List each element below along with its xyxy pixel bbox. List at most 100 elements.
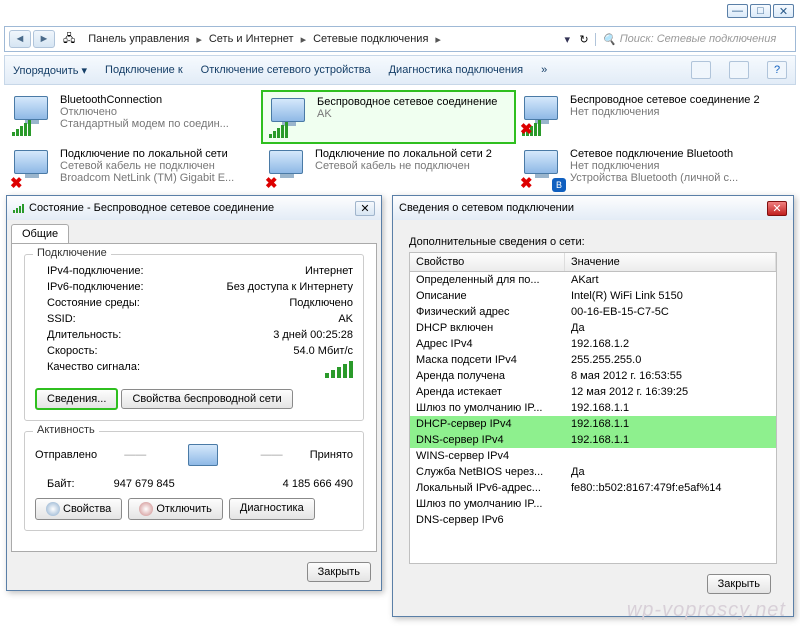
v-dur: 3 дней 00:25:28: [273, 329, 353, 341]
nav-back-button[interactable]: ◄: [9, 30, 31, 48]
conn-line3: Стандартный модем по соедин...: [60, 118, 229, 130]
close-button[interactable]: ✕: [773, 4, 794, 18]
table-row[interactable]: WINS-сервер IPv4: [410, 448, 776, 464]
gear-icon: [46, 502, 60, 516]
details-button[interactable]: Сведения...: [35, 388, 118, 410]
address-bar: ◄ ► 🖧 Панель управления▸ Сеть и Интернет…: [4, 26, 796, 52]
status-titlebar[interactable]: Состояние - Беспроводное сетевое соедине…: [7, 196, 381, 220]
toolbar-disable[interactable]: Отключение сетевого устройства: [201, 64, 371, 76]
conn-line2: AK: [317, 108, 497, 120]
crumb-2[interactable]: Сетевые подключения: [310, 33, 431, 45]
toolbar-more[interactable]: »: [541, 64, 547, 76]
wireless-props-button[interactable]: Свойства беспроводной сети: [121, 389, 292, 409]
table-row[interactable]: Маска подсети IPv4255.255.255.0: [410, 352, 776, 368]
prop-cell: Описание: [410, 289, 565, 303]
toolbar-diag[interactable]: Диагностика подключения: [389, 64, 523, 76]
table-row[interactable]: DNS-сервер IPv6: [410, 512, 776, 528]
crumb-0[interactable]: Панель управления: [85, 33, 192, 45]
table-row[interactable]: Физический адрес00-16-EB-15-C7-5C: [410, 304, 776, 320]
conn-line2: Сетевой кабель не подключен: [60, 160, 234, 172]
k-ipv6: IPv6-подключение:: [35, 281, 144, 293]
connection-icon: ✖ B: [522, 148, 564, 190]
val-cell: 8 мая 2012 г. 16:53:55: [565, 369, 776, 383]
val-cell: [565, 449, 776, 463]
status-close-button[interactable]: ✕: [355, 201, 375, 216]
details-desc: Дополнительные сведения о сети:: [409, 230, 777, 252]
view-icon-1[interactable]: [691, 61, 711, 79]
refresh-button[interactable]: ↻: [573, 33, 595, 46]
v-speed: 54.0 Мбит/с: [293, 345, 353, 357]
conn-title: Беспроводное сетевое соединение 2: [570, 94, 760, 106]
toolbar-organize[interactable]: Упорядочить ▾: [13, 64, 87, 77]
table-row[interactable]: DHCP-сервер IPv4192.168.1.1: [410, 416, 776, 432]
search-placeholder: Поиск: Сетевые подключения: [620, 33, 777, 45]
connection-item[interactable]: ✖ Подключение по локальной сети Сетевой …: [6, 144, 261, 194]
breadcrumb[interactable]: Панель управления▸ Сеть и Интернет▸ Сете…: [79, 33, 561, 46]
conn-title: Подключение по локальной сети: [60, 148, 234, 160]
val-cell: [565, 497, 776, 511]
dropdown-icon[interactable]: ▾: [561, 33, 573, 46]
toolbar-connect[interactable]: Подключение к: [105, 64, 183, 76]
col-value[interactable]: Значение: [565, 253, 776, 271]
prop-cell: Аренда истекает: [410, 385, 565, 399]
details-close-btn[interactable]: Закрыть: [707, 574, 771, 594]
max-button[interactable]: □: [750, 4, 771, 18]
prop-cell: Шлюз по умолчанию IP...: [410, 401, 565, 415]
table-row[interactable]: ОписаниеIntel(R) WiFi Link 5150: [410, 288, 776, 304]
table-row[interactable]: Адрес IPv4192.168.1.2: [410, 336, 776, 352]
connection-item[interactable]: ✖ Беспроводное сетевое соединение 2 Нет …: [516, 90, 771, 144]
prop-cell: Физический адрес: [410, 305, 565, 319]
table-row[interactable]: Служба NetBIOS через...Да: [410, 464, 776, 480]
details-close-button[interactable]: ✕: [767, 201, 787, 216]
table-row[interactable]: Определенный для по...AKart: [410, 272, 776, 288]
connection-item[interactable]: ✖ B Сетевое подключение Bluetooth Нет по…: [516, 144, 771, 194]
connection-icon: ✖: [12, 148, 54, 190]
conn-line2: Нет подключения: [570, 106, 760, 118]
diagnose-button[interactable]: Диагностика: [229, 498, 315, 520]
val-cell: 00-16-EB-15-C7-5C: [565, 305, 776, 319]
help-icon[interactable]: ?: [767, 61, 787, 79]
val-cell: 192.168.1.2: [565, 337, 776, 351]
v-ipv4: Интернет: [305, 265, 353, 277]
table-row[interactable]: Шлюз по умолчанию IP...: [410, 496, 776, 512]
connection-item[interactable]: BluetoothConnection Отключено Стандартны…: [6, 90, 261, 144]
x-icon: ✖: [520, 174, 533, 192]
conn-line2: Сетевой кабель не подключен: [315, 160, 492, 172]
activity-icon: [173, 444, 233, 466]
connection-item[interactable]: Беспроводное сетевое соединение AK: [261, 90, 516, 144]
recv-label: Принято: [310, 449, 353, 461]
properties-button[interactable]: Свойства: [35, 498, 122, 520]
table-row[interactable]: DHCP включенДа: [410, 320, 776, 336]
prop-cell: Аренда получена: [410, 369, 565, 383]
connection-item[interactable]: ✖ Подключение по локальной сети 2 Сетево…: [261, 144, 516, 194]
connection-icon: [269, 96, 311, 138]
search-input[interactable]: 🔍 Поиск: Сетевые подключения: [595, 33, 795, 46]
sent-label: Отправлено: [35, 449, 97, 461]
val-cell: 192.168.1.1: [565, 417, 776, 431]
table-row[interactable]: DNS-сервер IPv4192.168.1.1: [410, 432, 776, 448]
crumb-1[interactable]: Сеть и Интернет: [206, 33, 297, 45]
prop-cell: Маска подсети IPv4: [410, 353, 565, 367]
table-row[interactable]: Локальный IPv6-адрес...fe80::b502:8167:4…: [410, 480, 776, 496]
table-row[interactable]: Аренда истекает12 мая 2012 г. 16:39:25: [410, 384, 776, 400]
val-cell: AKart: [565, 273, 776, 287]
status-close-btn[interactable]: Закрыть: [307, 562, 371, 582]
tab-general[interactable]: Общие: [11, 224, 69, 243]
table-row[interactable]: Шлюз по умолчанию IP...192.168.1.1: [410, 400, 776, 416]
disable-button[interactable]: Отключить: [128, 498, 223, 520]
view-icon-2[interactable]: [729, 61, 749, 79]
status-dialog: Состояние - Беспроводное сетевое соедине…: [6, 195, 382, 591]
conn-line2: Нет подключения: [570, 160, 738, 172]
val-cell: Intel(R) WiFi Link 5150: [565, 289, 776, 303]
min-button[interactable]: —: [727, 4, 748, 18]
conn-line2: Отключено: [60, 106, 229, 118]
details-titlebar[interactable]: Сведения о сетевом подключении ✕: [393, 196, 793, 220]
nav-forward-button[interactable]: ►: [33, 30, 55, 48]
val-cell: Да: [565, 465, 776, 479]
col-property[interactable]: Свойство: [410, 253, 565, 271]
details-title: Сведения о сетевом подключении: [399, 202, 574, 214]
val-cell: [565, 513, 776, 527]
k-media: Состояние среды:: [35, 297, 140, 309]
table-row[interactable]: Аренда получена8 мая 2012 г. 16:53:55: [410, 368, 776, 384]
group-activity-label: Активность: [33, 424, 99, 436]
